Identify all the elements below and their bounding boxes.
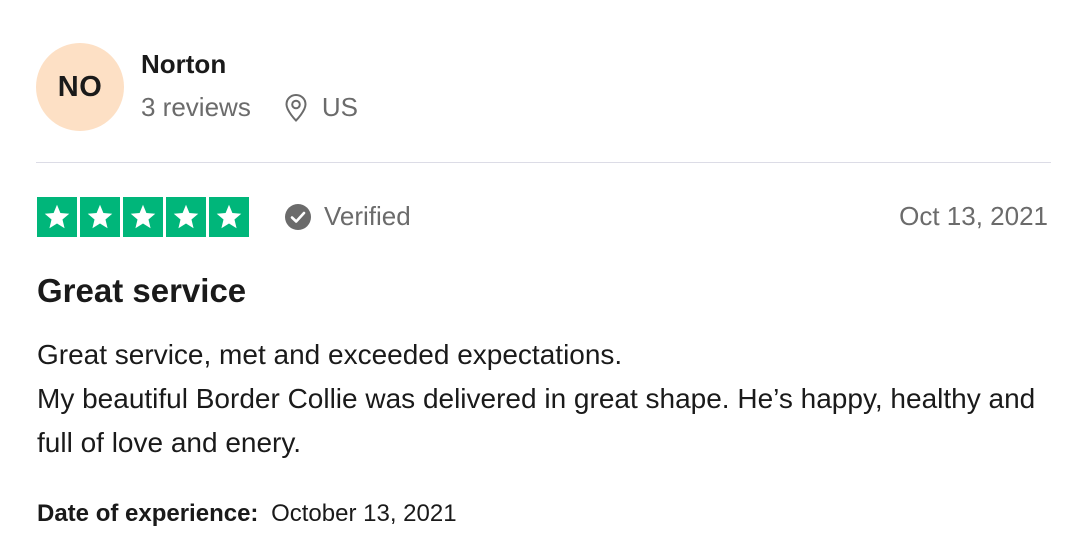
- star-rating: [37, 197, 249, 237]
- star-icon: [209, 197, 249, 237]
- date-of-experience: Date of experience: October 13, 2021: [37, 500, 457, 528]
- review-date: Oct 13, 2021: [899, 201, 1048, 231]
- star-icon: [37, 197, 77, 237]
- reviews-count: 3 reviews: [141, 92, 251, 122]
- experience-label: Date of experience:: [37, 500, 259, 527]
- reviewer-meta: 3 reviews US: [141, 92, 358, 123]
- review-body: Great service, met and exceeded expectat…: [37, 333, 1047, 465]
- review-card: NO Norton 3 reviews US Verified Oct 13, …: [0, 0, 1078, 548]
- avatar-initials: NO: [57, 70, 103, 103]
- review-body-line: My beautiful Border Collie was delivered…: [37, 383, 1036, 458]
- reviewer-location: US: [321, 92, 358, 122]
- verified-badge[interactable]: Verified: [284, 201, 411, 232]
- check-circle-icon: [284, 203, 312, 231]
- reviewer-name[interactable]: Norton: [141, 49, 226, 80]
- avatar[interactable]: NO: [36, 43, 124, 131]
- star-icon: [166, 197, 206, 237]
- star-icon: [123, 197, 163, 237]
- experience-date: October 13, 2021: [271, 500, 457, 527]
- verified-label: Verified: [324, 201, 411, 231]
- review-body-line: Great service, met and exceeded expectat…: [37, 339, 623, 370]
- star-icon: [80, 197, 120, 237]
- location-pin-icon: [284, 93, 308, 123]
- divider: [36, 162, 1051, 163]
- review-title[interactable]: Great service: [37, 272, 246, 310]
